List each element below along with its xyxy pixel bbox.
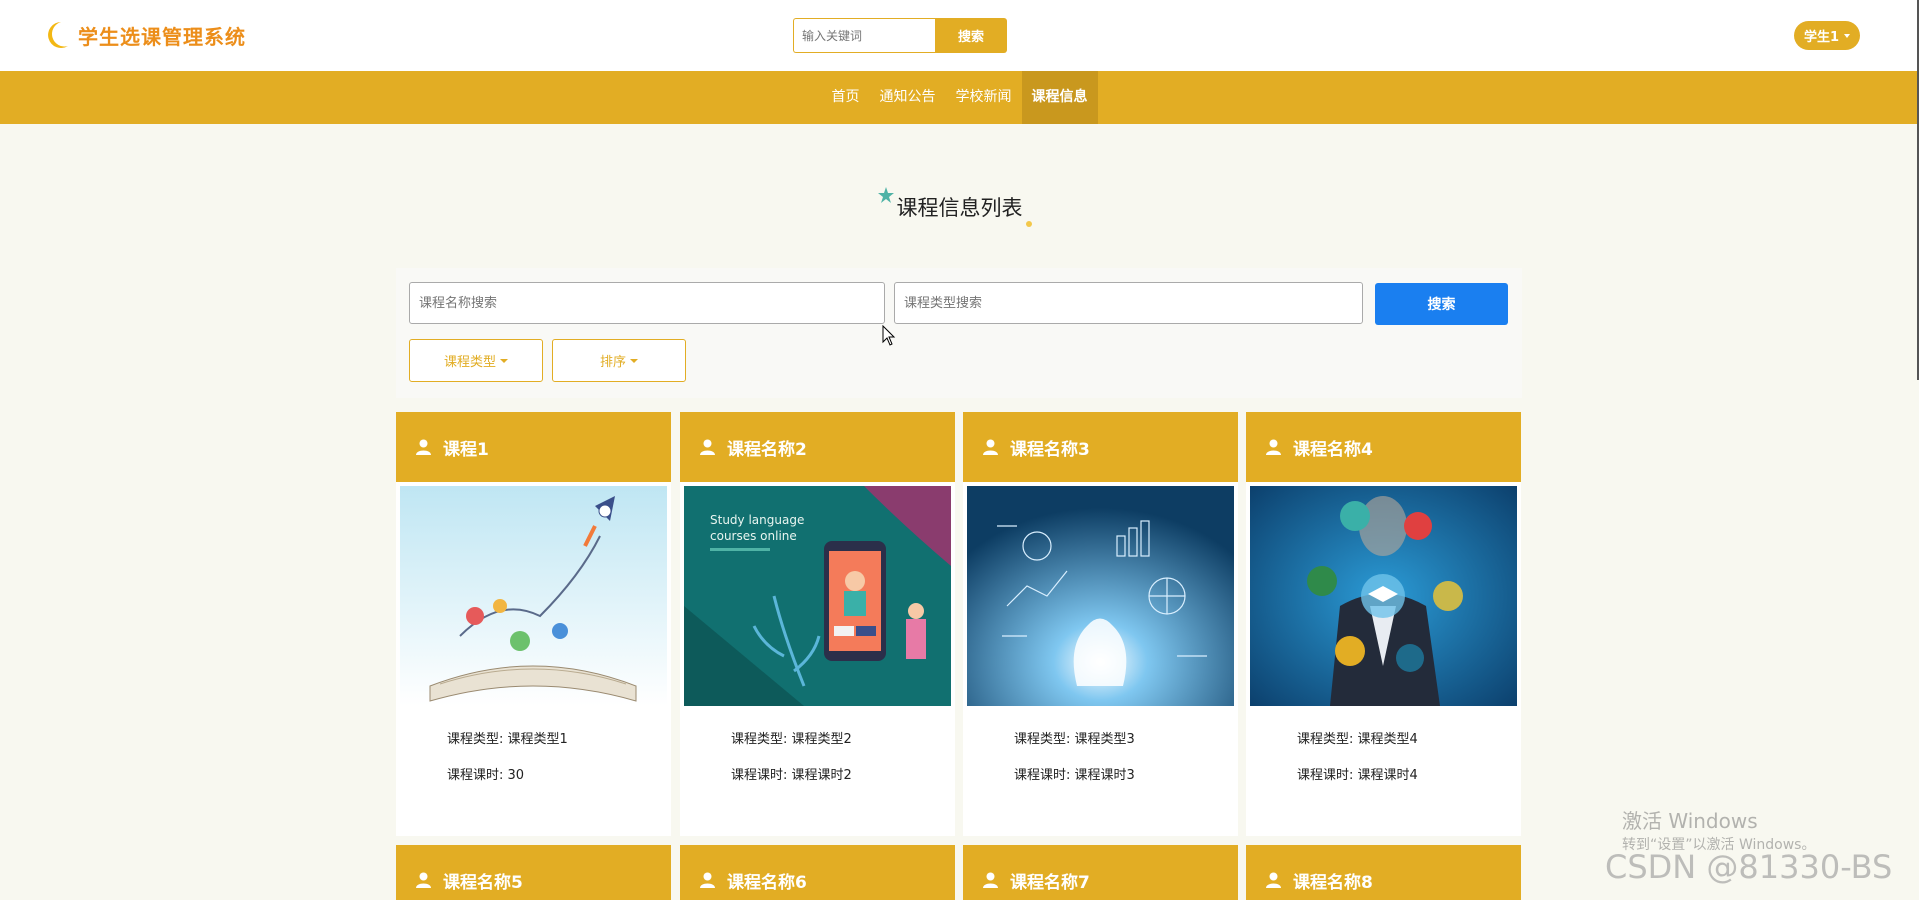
course-card-header: 课程名称5: [396, 845, 671, 900]
course-info: 课程类型: 课程类型2 课程课时: 课程课时2: [680, 706, 955, 800]
windows-activation-title: 激活 Windows: [1622, 809, 1758, 833]
course-name: 课程名称3: [1010, 439, 1090, 460]
course-card[interactable]: 课程名称4 课程类型: 课程类型4 课程课时: 课程课时4: [1246, 412, 1521, 836]
sort-dropdown[interactable]: 排序: [552, 339, 686, 382]
course-name: 课程1: [443, 439, 489, 460]
user-icon: [416, 872, 431, 888]
course-hours: 课程课时: 课程课时2: [731, 768, 852, 783]
user-menu-button[interactable]: 学生1: [1794, 21, 1860, 50]
app-title: 学生选课管理系统: [78, 24, 246, 49]
image-caption-line2: courses online: [710, 529, 797, 543]
course-type: 课程类型: 课程类型1: [447, 732, 568, 747]
course-hours: 课程课时: 课程课时3: [1014, 768, 1135, 783]
course-info: 课程类型: 课程类型3 课程课时: 课程课时3: [963, 706, 1238, 800]
course-card-header: 课程名称4: [1246, 412, 1521, 482]
user-icon: [983, 439, 998, 455]
global-search-input[interactable]: [793, 18, 935, 53]
course-type-search-input[interactable]: [894, 282, 1363, 324]
course-image[interactable]: [1250, 486, 1517, 706]
course-card-header: 课程名称8: [1246, 845, 1521, 900]
course-image[interactable]: [967, 486, 1234, 706]
course-name: 课程名称7: [1010, 872, 1090, 893]
course-type: 课程类型: 课程类型2: [731, 732, 852, 747]
sort-dropdown-label: 排序: [599, 355, 626, 370]
dot-icon: [1025, 221, 1032, 227]
user-icon: [1266, 439, 1281, 455]
nav-item-home[interactable]: 首页: [822, 71, 870, 124]
course-card[interactable]: 课程1 课程类型: 课程类型1 课程课时: 30: [396, 412, 671, 836]
course-name-search-input[interactable]: [409, 282, 885, 324]
image-caption-line1: Study language: [710, 513, 804, 527]
chevron-down-icon: [1844, 33, 1851, 38]
course-type: 课程类型: 课程类型4: [1297, 732, 1418, 747]
page-title: 课程信息列表: [896, 196, 1023, 220]
global-search: 搜索: [793, 18, 1007, 53]
user-icon: [700, 439, 715, 455]
star-icon: [877, 187, 894, 203]
course-info: 课程类型: 课程类型4 课程课时: 课程课时4: [1246, 706, 1521, 800]
user-icon: [416, 439, 431, 455]
nav-item-news[interactable]: 学校新闻: [946, 71, 1022, 124]
course-card[interactable]: 课程名称6: [680, 845, 955, 900]
course-image[interactable]: Study language courses online: [684, 486, 951, 706]
filter-search-button[interactable]: 搜索: [1375, 283, 1508, 325]
course-card[interactable]: 课程名称3 课程类型: 课程类型3 课程课时: 课程课时3: [963, 412, 1238, 836]
course-type-dropdown-label: 课程类型: [443, 355, 496, 370]
page-title-wrap: 课程信息列表: [0, 187, 1919, 227]
course-name: 课程名称8: [1293, 872, 1373, 893]
course-card-header: 课程名称2: [680, 412, 955, 482]
course-type-dropdown[interactable]: 课程类型: [409, 339, 543, 382]
course-card[interactable]: 课程名称5: [396, 845, 671, 900]
course-card[interactable]: 课程名称7: [963, 845, 1238, 900]
course-hours: 课程课时: 课程课时4: [1297, 768, 1418, 783]
user-icon: [700, 872, 715, 888]
course-image[interactable]: [400, 486, 667, 706]
chevron-down-icon: [500, 358, 508, 363]
course-card-header: 课程名称6: [680, 845, 955, 900]
course-name: 课程名称4: [1293, 439, 1373, 460]
course-info: 课程类型: 课程类型1 课程课时: 30: [396, 706, 671, 800]
global-search-button[interactable]: 搜索: [935, 18, 1007, 53]
course-name: 课程名称2: [727, 439, 807, 460]
filter-panel: 搜索 课程类型 排序: [396, 268, 1522, 398]
course-card[interactable]: 课程名称2 Study language courses online 课程类型…: [680, 412, 955, 836]
csdn-watermark: CSDN @81330-BS: [1605, 848, 1893, 886]
user-label: 学生1: [1803, 30, 1840, 45]
course-card-header: 课程1: [396, 412, 671, 482]
course-type: 课程类型: 课程类型3: [1014, 732, 1135, 747]
course-card[interactable]: 课程名称8: [1246, 845, 1521, 900]
nav-item-courses[interactable]: 课程信息: [1021, 71, 1098, 124]
mouse-cursor-icon: [882, 325, 896, 346]
top-header: 学生选课管理系统 搜索 学生1: [0, 0, 1919, 71]
app-logo[interactable]: 学生选课管理系统: [44, 20, 246, 50]
course-hours: 课程课时: 30: [447, 768, 525, 783]
course-name: 课程名称6: [727, 872, 807, 893]
course-card-header: 课程名称3: [963, 412, 1238, 482]
course-name: 课程名称5: [443, 872, 523, 893]
chevron-down-icon: [630, 358, 638, 363]
moon-icon: [48, 22, 68, 48]
user-icon: [1266, 872, 1281, 888]
main-nav: 首页 通知公告 学校新闻 课程信息: [0, 71, 1919, 124]
nav-item-notices[interactable]: 通知公告: [870, 71, 946, 124]
course-card-header: 课程名称7: [963, 845, 1238, 900]
user-icon: [983, 872, 998, 888]
